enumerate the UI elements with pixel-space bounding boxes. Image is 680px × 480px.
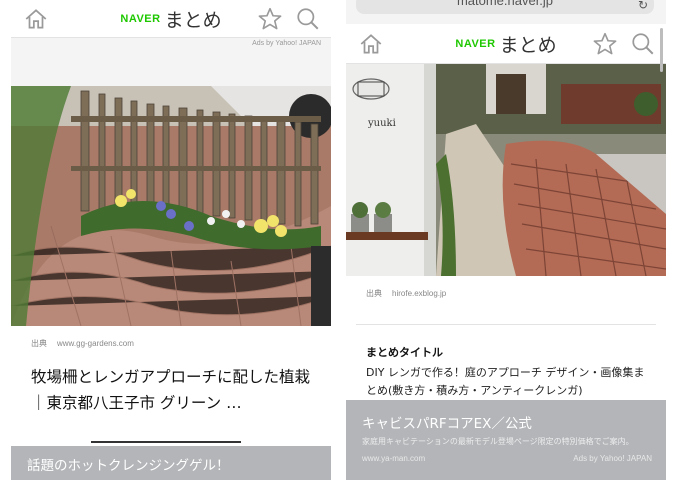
section-description[interactable]: DIY レンガで作る！庭のアプローチ デザイン・画像集まとめ(敷き方・積み方・ア… <box>366 364 650 400</box>
source-url[interactable]: www.gg-gardens.com <box>57 339 134 348</box>
garden-fence-photo[interactable] <box>11 86 331 326</box>
divider-line <box>91 441 241 443</box>
source-url[interactable]: hirofe.exblog.jp <box>392 289 446 298</box>
source-label: 出典 <box>31 339 47 348</box>
ad-title[interactable]: キャビスパRFコアEX／公式 <box>362 412 532 432</box>
matome-title: まとめ <box>499 34 557 56</box>
browser-url-bar[interactable]: matome.naver.jp ↻ <box>346 0 666 24</box>
url-field[interactable]: matome.naver.jp <box>356 0 654 14</box>
ad-url[interactable]: www.ya-man.com <box>362 454 425 463</box>
ads-label: Ads by Yahoo! JAPAN <box>573 454 652 463</box>
ad-title[interactable]: 話題のホットクレンジングゲル！ <box>27 454 230 474</box>
scrollbar[interactable] <box>660 28 663 72</box>
naver-matome-logo[interactable]: NAVER まとめ <box>11 5 331 32</box>
search-icon[interactable] <box>630 31 656 57</box>
article-card[interactable]: 出典 hirofe.exblog.jp まとめタイトル DIY レンガで作る！庭の… <box>346 276 666 400</box>
ad-banner[interactable]: キャビスパRFコアEX／公式 家庭用キャビテーションの最新モデル登場ページ限定の… <box>346 400 666 480</box>
right-screen: matome.naver.jp ↻ NAVER まとめ yuuki 出典 hir… <box>346 0 666 480</box>
star-icon[interactable] <box>592 31 618 57</box>
header-bar: NAVER まとめ <box>346 24 666 64</box>
matome-title: まとめ <box>164 9 222 31</box>
section-title: まとめタイトル <box>366 346 443 359</box>
star-icon[interactable] <box>257 6 283 32</box>
header-bar: NAVER まとめ <box>11 0 331 38</box>
left-screen: NAVER まとめ Ads by Yahoo! JAPAN 出典 www.gg-… <box>11 0 331 480</box>
name-plate-text: yuuki <box>367 118 396 129</box>
reload-icon[interactable]: ↻ <box>638 0 648 12</box>
ad-description: 家庭用キャビテーションの最新モデル登場ページ限定の特別価格でご案内。 <box>362 437 634 446</box>
article-card[interactable]: 出典 www.gg-gardens.com 牧場柵とレンガアプローチに配した植栽｜… <box>11 326 331 446</box>
ads-label: Ads by Yahoo! JAPAN <box>252 40 321 47</box>
source-line: 出典 www.gg-gardens.com <box>31 338 134 349</box>
naver-matome-logo[interactable]: NAVER まとめ <box>346 30 666 57</box>
brick-path-photo[interactable]: yuuki <box>346 64 666 276</box>
card-divider <box>356 324 656 325</box>
article-caption[interactable]: 牧場柵とレンガアプローチに配した植栽｜東京都八王子市 グリーン … <box>31 364 317 416</box>
source-label: 出典 <box>366 289 382 298</box>
naver-brand: NAVER <box>455 37 496 50</box>
naver-brand: NAVER <box>120 12 161 25</box>
search-icon[interactable] <box>295 6 321 32</box>
source-line: 出典 hirofe.exblog.jp <box>366 288 446 299</box>
ad-banner[interactable]: 話題のホットクレンジングゲル！ <box>11 446 331 480</box>
